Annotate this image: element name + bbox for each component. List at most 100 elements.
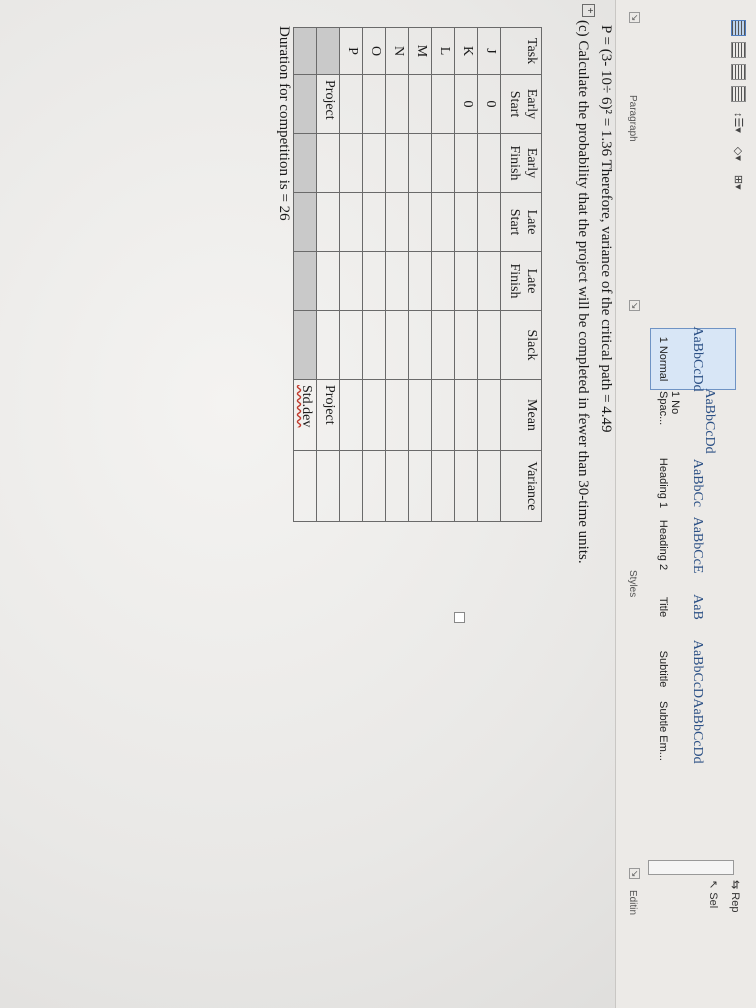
table-cell[interactable] [362, 192, 386, 252]
table-cell[interactable]: K [454, 27, 478, 75]
table-cell[interactable] [477, 310, 501, 380]
style-no-spacing[interactable]: AaBbCcDd 1 No Spac... [650, 388, 736, 453]
table-cell[interactable] [431, 310, 455, 380]
style-heading-2[interactable]: AaBbCcE Heading 2 [650, 514, 736, 576]
table-cell[interactable] [362, 379, 386, 451]
table-cell[interactable] [477, 379, 501, 451]
table-cell[interactable] [454, 251, 478, 311]
table-cell[interactable]: J [477, 27, 501, 75]
table-cell[interactable] [293, 133, 317, 193]
table-cell[interactable]: O [362, 27, 386, 75]
style-heading-1[interactable]: AaBbCc Heading 1 [650, 452, 736, 514]
table-cell[interactable]: 0 [454, 74, 478, 134]
table-cell[interactable] [408, 133, 432, 193]
table-cell[interactable]: N [385, 27, 409, 75]
table-cell[interactable] [339, 192, 363, 252]
table-cell[interactable] [385, 379, 409, 451]
table-cell[interactable] [385, 74, 409, 134]
table-cell[interactable] [316, 310, 340, 380]
style-subtle-emphasis[interactable]: AaBbCcDd Subtle Em... [650, 698, 736, 763]
table-cell[interactable] [477, 450, 501, 522]
table-cell[interactable] [431, 251, 455, 311]
table-cell[interactable] [339, 379, 363, 451]
align-center-icon[interactable] [731, 42, 746, 58]
table-cell[interactable] [385, 450, 409, 522]
styles-dialog-launcher-icon[interactable]: ↘ [629, 868, 640, 879]
table-cell[interactable] [362, 74, 386, 134]
table-cell[interactable] [454, 379, 478, 451]
table-cell[interactable] [385, 251, 409, 311]
justify-icon[interactable] [731, 86, 746, 102]
align-right-icon[interactable] [731, 64, 746, 80]
table-cell[interactable] [477, 251, 501, 311]
table-cell[interactable] [477, 192, 501, 252]
table-cell[interactable] [385, 192, 409, 252]
table-cell[interactable]: M [408, 27, 432, 75]
table-cell[interactable] [316, 192, 340, 252]
borders-icon[interactable]: ⊞▾ [731, 171, 746, 194]
table-cell[interactable]: P [339, 27, 363, 75]
line-spacing-icon[interactable]: ↕☰▾ [731, 108, 746, 137]
table-cell[interactable] [431, 450, 455, 522]
table-cell[interactable] [293, 27, 317, 75]
table-cell[interactable]: 0 [477, 74, 501, 134]
table-resize-handle[interactable] [454, 612, 465, 623]
table-cell[interactable]: L [431, 27, 455, 75]
table-cell[interactable] [339, 450, 363, 522]
table-move-handle-icon[interactable]: + [582, 4, 595, 17]
table-cell[interactable] [408, 310, 432, 380]
table-cell[interactable] [362, 251, 386, 311]
select-button[interactable]: ↖ Sel [702, 880, 724, 912]
table-cell[interactable] [362, 310, 386, 380]
table-row: K0 [454, 27, 478, 522]
shading-icon[interactable]: ◇▾ [731, 143, 746, 165]
table-cell[interactable] [454, 310, 478, 380]
style-normal[interactable]: AaBbCcDd 1 Normal [650, 326, 736, 392]
table-cell[interactable] [431, 133, 455, 193]
table-cell[interactable] [339, 133, 363, 193]
table-cell[interactable] [316, 251, 340, 311]
table-cell[interactable] [454, 192, 478, 252]
font-dialog-launcher-icon[interactable]: ↘ [629, 12, 640, 23]
table-cell[interactable] [362, 450, 386, 522]
table-cell[interactable] [408, 379, 432, 451]
table-cell[interactable] [316, 450, 340, 522]
replace-button[interactable]: ⇆ Rep [724, 880, 746, 912]
paragraph-dialog-launcher-icon[interactable]: ↘ [629, 300, 640, 311]
table-cell[interactable] [362, 133, 386, 193]
table-cell[interactable] [316, 133, 340, 193]
column-header: Early Start [500, 74, 542, 134]
table-cell[interactable] [339, 251, 363, 311]
styles-scroll-icon[interactable] [648, 860, 734, 875]
table-cell[interactable] [454, 450, 478, 522]
table-cell[interactable] [339, 74, 363, 134]
table-cell[interactable] [293, 192, 317, 252]
table-cell[interactable] [293, 310, 317, 380]
std-dev-label[interactable]: Std.dev [293, 379, 317, 451]
table-cell[interactable] [293, 450, 317, 522]
table-row: M [408, 27, 432, 522]
table-cell[interactable] [431, 74, 455, 134]
table-cell[interactable] [477, 133, 501, 193]
table-cell[interactable] [293, 74, 317, 134]
table-cell[interactable] [431, 192, 455, 252]
table-cell[interactable] [293, 251, 317, 311]
table-cell[interactable] [408, 74, 432, 134]
document-page[interactable]: + P = (3- 10÷ 6)² = 1.36 Therefore, vari… [0, 0, 615, 1008]
project-label[interactable]: Project [316, 74, 340, 134]
project-mean-label[interactable]: Project [316, 379, 340, 451]
table-cell[interactable] [454, 133, 478, 193]
table-cell[interactable] [385, 133, 409, 193]
style-subtitle[interactable]: AaBbCcD Subtitle [650, 638, 736, 700]
table-row: L [431, 27, 455, 522]
align-left-icon[interactable] [731, 20, 746, 36]
table-cell[interactable] [431, 379, 455, 451]
table-cell[interactable] [408, 251, 432, 311]
table-cell[interactable] [339, 310, 363, 380]
style-title[interactable]: AaB Title [650, 576, 736, 638]
table-cell[interactable] [408, 450, 432, 522]
table-cell[interactable] [316, 27, 340, 75]
style-sample: AaBbCcE [690, 516, 705, 574]
table-cell[interactable] [385, 310, 409, 380]
table-cell[interactable] [408, 192, 432, 252]
